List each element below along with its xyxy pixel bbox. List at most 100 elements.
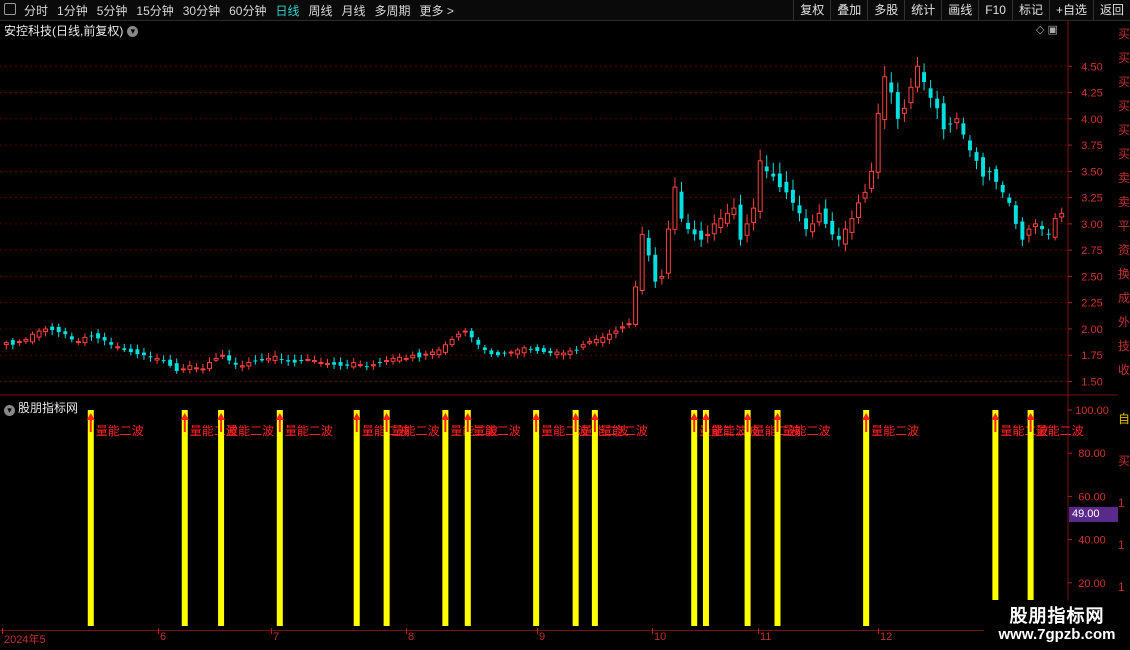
- candle-body: [606, 333, 612, 340]
- candle-body: [200, 368, 206, 371]
- candle-body: [1052, 218, 1058, 238]
- candle-body: [253, 360, 258, 362]
- candle-body: [777, 173, 782, 188]
- x-axis-label: 12: [880, 631, 893, 643]
- candle-body: [436, 349, 442, 356]
- candle-body: [82, 336, 88, 344]
- candle-body: [810, 223, 816, 233]
- candle-body: [580, 344, 586, 348]
- candle-body: [653, 254, 658, 282]
- candle-body: [345, 364, 350, 366]
- main-chart-title[interactable]: 安控科技(日线,前复权) ▾: [4, 22, 139, 39]
- candle-body: [508, 351, 514, 354]
- candle-body: [364, 366, 369, 368]
- candle-body: [515, 349, 521, 355]
- signal-bar: [702, 410, 709, 626]
- candle-body: [967, 140, 972, 151]
- candle-body: [626, 323, 632, 326]
- signal-bar: [276, 410, 283, 626]
- x-axis-label: 8: [408, 631, 415, 643]
- window-icon[interactable]: ▣: [1048, 24, 1058, 36]
- x-axis-tick: [2, 628, 3, 634]
- candle-body: [305, 358, 311, 361]
- right-strip-char: 买: [1118, 147, 1130, 161]
- candle-body: [1013, 205, 1018, 224]
- candle-body: [10, 340, 15, 345]
- candle-body: [397, 356, 403, 362]
- candle-body: [495, 352, 500, 356]
- y-tick-label: 2.50: [1081, 271, 1102, 283]
- candle-body: [705, 233, 711, 237]
- x-axis-tick: [537, 628, 538, 634]
- candle-body: [207, 362, 212, 370]
- candle-body: [908, 86, 914, 104]
- candle-body: [213, 357, 219, 361]
- candle-body: [554, 351, 560, 356]
- candle-body: [227, 355, 232, 361]
- candle-body: [535, 347, 540, 352]
- x-axis-label: 10: [654, 631, 667, 643]
- indicator-value-tag: 49.00: [1069, 507, 1118, 522]
- watermark: 股朋指标网 www.7gpzb.com: [984, 600, 1130, 650]
- candle-body: [587, 341, 593, 344]
- candle-body: [981, 157, 986, 177]
- candle-body: [3, 342, 9, 346]
- signal-bar: [1027, 410, 1034, 626]
- chevron-down-icon[interactable]: ▾: [4, 405, 15, 416]
- candle-body: [567, 350, 573, 356]
- candle-body: [384, 359, 389, 362]
- diamond-icon[interactable]: ◇: [1036, 24, 1044, 36]
- signal-label: 量能二波: [783, 424, 831, 438]
- candle-body: [193, 367, 199, 370]
- y-tick-label: 1.75: [1081, 350, 1102, 362]
- indicator-tick-label: 60.00: [1078, 491, 1106, 503]
- right-strip-char: 资: [1118, 243, 1130, 257]
- candle-body: [1046, 233, 1051, 235]
- candle-body: [259, 359, 264, 361]
- indicator-title[interactable]: ▾ 股朋指标网: [4, 399, 78, 416]
- chevron-down-icon[interactable]: ▾: [127, 26, 139, 37]
- candle-body: [154, 357, 160, 361]
- candle-body: [128, 348, 133, 353]
- main-chart-icons: ◇ ▣: [1036, 23, 1058, 36]
- candle-body: [686, 222, 691, 230]
- x-axis-tick: [878, 628, 879, 634]
- signal-label: 量能二波: [1036, 424, 1084, 438]
- candle-body: [292, 359, 297, 363]
- candle-body: [75, 341, 81, 344]
- signal-bar: [87, 410, 94, 626]
- candle-body: [502, 352, 507, 354]
- candle-body: [954, 118, 960, 124]
- candle-body: [633, 286, 639, 325]
- y-tick-label: 4.50: [1081, 61, 1102, 73]
- watermark-name: 股朋指标网: [1009, 606, 1105, 626]
- candle-body: [272, 355, 278, 361]
- candle-body: [318, 362, 324, 365]
- candle-body: [797, 205, 802, 214]
- signal-bar: [572, 410, 579, 626]
- candle-body: [600, 336, 606, 343]
- candle-body: [987, 171, 992, 173]
- signal-label: 量能二波: [600, 424, 648, 438]
- y-tick-label: 2.75: [1081, 245, 1102, 257]
- candle-body: [613, 330, 619, 334]
- candle-body: [246, 362, 252, 367]
- candle-body: [922, 72, 927, 83]
- watermark-url: www.7gpzb.com: [998, 626, 1116, 643]
- right-strip-char: 技: [1118, 339, 1130, 353]
- signal-bar: [218, 410, 225, 626]
- candle-body: [299, 359, 304, 361]
- x-axis-label: 7: [273, 631, 280, 643]
- x-axis-label: 6: [160, 631, 167, 643]
- candle-body: [764, 166, 769, 172]
- candle-body: [521, 347, 527, 354]
- chart-canvas[interactable]: 4.50 4.25 4.00 3.75 3.50 3.25 3.00 2.75 2.50 2.25…: [0, 0, 1118, 650]
- candle-body: [574, 349, 579, 351]
- candle-body: [757, 160, 763, 212]
- candle-body: [901, 107, 907, 114]
- candle-body: [561, 352, 566, 356]
- candle-body: [941, 103, 946, 130]
- signal-bar: [383, 410, 390, 626]
- y-tick-label: 1.50: [1081, 376, 1102, 388]
- candle-body: [816, 212, 822, 223]
